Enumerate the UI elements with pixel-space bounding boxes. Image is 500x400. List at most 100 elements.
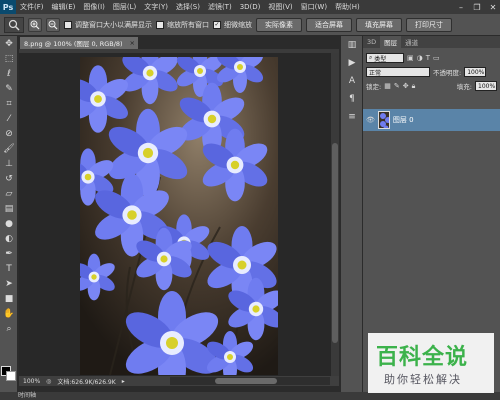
crop-tool[interactable]: ⌗	[0, 96, 18, 111]
status-menu-arrow-icon[interactable]: ▸	[122, 378, 125, 385]
color-swatches[interactable]	[1, 366, 17, 382]
filter-adjust-icon[interactable]: ◑	[417, 54, 423, 62]
restore-button[interactable]: ❐	[470, 1, 484, 13]
marquee-icon: ⬚	[4, 53, 14, 64]
marquee-tool[interactable]: ⬚	[0, 51, 18, 66]
history-panel-button[interactable]: ▥	[341, 36, 363, 54]
path-select-tool[interactable]: ➤	[0, 276, 18, 291]
blue-flowers-image	[80, 57, 278, 375]
menu-layer[interactable]: 图层(L)	[109, 0, 140, 14]
opacity-input[interactable]: 100%	[464, 67, 487, 77]
background-color[interactable]	[6, 371, 16, 381]
fill-input[interactable]: 100%	[475, 81, 497, 91]
watermark: 百科全说 助你轻松解决	[368, 333, 494, 393]
layer-filter-row: ⌕ 类型 ▣ ◑ T ▭	[363, 51, 500, 65]
minimize-button[interactable]: –	[454, 1, 468, 13]
healing-brush-tool[interactable]: ⊘	[0, 126, 18, 141]
vertical-scroll-thumb[interactable]	[332, 143, 338, 343]
bandage-icon: ⊘	[5, 128, 13, 139]
menu-window[interactable]: 窗口(W)	[297, 0, 331, 14]
eyedropper-tool[interactable]: ⁄	[0, 111, 18, 126]
zoom-level[interactable]: 100%	[23, 378, 40, 385]
fit-screen-button[interactable]: 适合屏幕	[306, 17, 352, 32]
scrubby-zoom-label: 细微缩放	[224, 20, 252, 29]
layer-filter-select[interactable]: ⌕ 类型	[366, 53, 404, 63]
eraser-tool[interactable]: ▱	[0, 186, 18, 201]
blur-tool[interactable]: ●	[0, 216, 18, 231]
scrubby-zoom-checkbox[interactable]: ✓	[213, 20, 221, 29]
actions-panel-button[interactable]: ▶	[341, 54, 363, 72]
tool-preset-picker[interactable]	[4, 16, 24, 33]
menu-image[interactable]: 图像(I)	[79, 0, 109, 14]
menu-view[interactable]: 视图(V)	[264, 0, 296, 14]
tab-3d[interactable]: 3D	[363, 36, 380, 48]
info-icon[interactable]: ◎	[46, 378, 51, 385]
filter-shape-icon[interactable]: ▭	[433, 54, 440, 62]
character-panel-button[interactable]: A	[341, 72, 363, 90]
horizontal-scroll-thumb[interactable]	[215, 378, 277, 384]
properties-panel-button[interactable]: ≡	[341, 108, 363, 126]
tab-layers[interactable]: 图层	[380, 36, 402, 48]
gradient-tool[interactable]: ▤	[0, 201, 18, 216]
zoom-all-checkbox[interactable]	[156, 20, 164, 29]
menu-3d[interactable]: 3D(D)	[236, 0, 265, 14]
lasso-icon: ℓ	[7, 68, 11, 79]
gradient-icon: ▤	[4, 203, 14, 214]
canvas-area[interactable]	[19, 53, 331, 376]
eye-icon[interactable]: 👁︎	[366, 116, 375, 124]
close-tab-icon[interactable]: ×	[130, 39, 135, 47]
hand-tool[interactable]: ✋	[0, 306, 18, 321]
zoom-out-button[interactable]	[46, 17, 60, 32]
filter-pixel-icon[interactable]: ▣	[407, 54, 414, 62]
clone-stamp-tool[interactable]: ⊥	[0, 156, 18, 171]
zoom-in-button[interactable]	[28, 17, 42, 32]
move-tool[interactable]: ✥	[0, 36, 18, 51]
menu-help[interactable]: 帮助(H)	[331, 0, 364, 14]
horizontal-scrollbar[interactable]	[170, 377, 330, 385]
layer-name[interactable]: 图层 0	[393, 115, 414, 125]
menu-filter[interactable]: 滤镜(T)	[204, 0, 236, 14]
lock-pixels-icon[interactable]: ▦	[384, 82, 391, 90]
zoom-tool[interactable]: ⌕	[0, 321, 18, 336]
zoom-all-label: 缩放所有窗口	[167, 20, 209, 29]
lock-paint-icon[interactable]: ✎	[394, 82, 400, 90]
lock-all-icon[interactable]: 🔒︎	[412, 82, 416, 91]
pen-tool[interactable]: ✒	[0, 246, 18, 261]
vertical-scrollbar[interactable]	[331, 53, 339, 376]
eyedropper-icon: ⁄	[8, 113, 10, 124]
brush-tool[interactable]: 🖌	[0, 141, 18, 156]
shape-tool[interactable]: ■	[0, 291, 18, 306]
blend-mode-select[interactable]: 正常	[366, 67, 430, 77]
lasso-tool[interactable]: ℓ	[0, 66, 18, 81]
quick-select-tool[interactable]: ✎	[0, 81, 18, 96]
close-button[interactable]: ✕	[486, 1, 500, 13]
window-controls: – ❐ ✕	[452, 0, 500, 14]
menu-select[interactable]: 选择(S)	[172, 0, 204, 14]
paragraph-panel-button[interactable]: ¶	[341, 90, 363, 108]
filter-type-icon[interactable]: T	[426, 54, 430, 62]
pen-icon: ✒	[5, 248, 13, 259]
resize-windows-checkbox[interactable]	[64, 20, 72, 29]
lock-position-icon[interactable]: ✥	[403, 82, 409, 90]
document-tab[interactable]: 8.png @ 100% (图层 0, RGB/8) ×	[20, 37, 138, 49]
lock-row: 锁定: ▦ ✎ ✥ 🔒︎ 填充: 100%	[363, 79, 500, 93]
quick-select-icon: ✎	[5, 83, 13, 94]
resize-windows-option[interactable]: 调整窗口大小以满屏显示	[64, 20, 152, 30]
print-size-button[interactable]: 打印尺寸	[406, 17, 452, 32]
menu-type[interactable]: 文字(Y)	[140, 0, 172, 14]
stamp-icon: ⊥	[5, 158, 13, 169]
fill-screen-button[interactable]: 填充屏幕	[356, 17, 402, 32]
tab-channels[interactable]: 通道	[401, 36, 422, 48]
menu-edit[interactable]: 编辑(E)	[48, 0, 80, 14]
timeline-tab[interactable]: 时间轴	[0, 392, 500, 400]
type-tool[interactable]: T	[0, 261, 18, 276]
zoom-all-option[interactable]: 缩放所有窗口	[156, 20, 209, 30]
zoom-in-icon	[30, 20, 40, 29]
opacity-label: 不透明度:	[433, 69, 462, 77]
actual-pixels-button[interactable]: 实际像素	[256, 17, 302, 32]
dodge-tool[interactable]: ◐	[0, 231, 18, 246]
history-brush-tool[interactable]: ↺	[0, 171, 18, 186]
layer-row[interactable]: 👁︎ 图层 0	[363, 109, 500, 131]
scrubby-zoom-option[interactable]: ✓ 细微缩放	[213, 20, 252, 30]
menu-file[interactable]: 文件(F)	[16, 0, 48, 14]
